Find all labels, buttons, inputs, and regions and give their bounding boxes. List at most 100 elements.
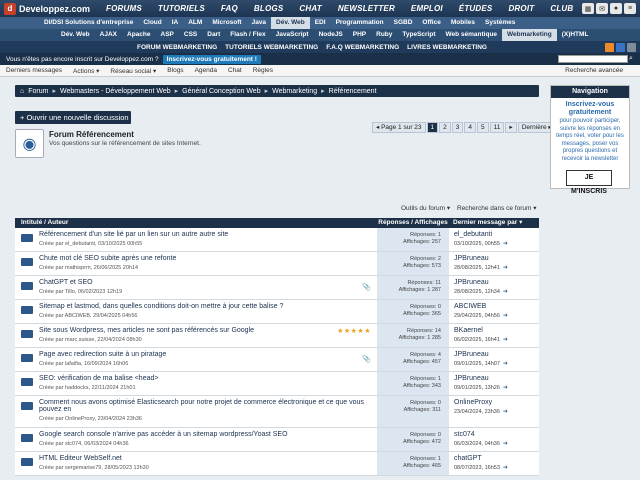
sub-dev-web[interactable]: Dév. Web	[56, 29, 95, 41]
link-forum-webmarketing[interactable]: FORUM WEBMARKETING	[133, 44, 221, 51]
thread-title[interactable]: Chute mot clé SEO subite après une refon…	[39, 255, 377, 262]
last-post-user[interactable]: OnlineProxy	[454, 399, 539, 406]
top-nav-faq[interactable]: FAQ	[213, 4, 246, 13]
sub-css[interactable]: CSS	[179, 29, 202, 41]
last-post-user[interactable]: BKaernel	[454, 327, 539, 334]
thread-title[interactable]: HTML Editeur WebSelf.net	[39, 455, 377, 462]
menu-derniers-messages[interactable]: Derniers messages	[6, 67, 73, 74]
breadcrumb-webmarketing[interactable]: Webmarketing	[272, 88, 317, 95]
forum-tools-menu[interactable]: Outils du forum ▾	[401, 204, 450, 212]
last-post-user[interactable]: el_debutanti	[454, 231, 539, 238]
goto-last-post-icon[interactable]: ➜	[503, 441, 508, 447]
menu-agenda[interactable]: Agenda	[195, 67, 228, 74]
breadcrumb-forum[interactable]: Forum	[28, 88, 48, 95]
section-dsi[interactable]: DI/DSI Solutions d'entreprise	[39, 17, 138, 29]
section-edi[interactable]: EDI	[310, 17, 331, 29]
sub-ajax[interactable]: AJAX	[95, 29, 122, 41]
search-icon[interactable]: ⌕	[629, 55, 638, 63]
last-post-user[interactable]: chatGPT	[454, 455, 539, 462]
sub-apache[interactable]: Apache	[122, 29, 155, 41]
sidebar-signup-headline[interactable]: Inscrivez-vous gratuitement	[551, 101, 629, 117]
new-discussion-button[interactable]: + Ouvrir une nouvelle discussion	[15, 111, 131, 124]
page-3[interactable]: 3	[451, 122, 464, 133]
section-office[interactable]: Office	[417, 17, 445, 29]
goto-last-post-icon[interactable]: ➜	[503, 409, 508, 415]
menu-chat[interactable]: Chat	[228, 67, 253, 74]
menu-icon[interactable]: ≡	[624, 3, 636, 14]
menu-recherche-avancee[interactable]: Recherche avancée	[565, 67, 634, 74]
last-post-user[interactable]: ABCIWEB	[454, 303, 539, 310]
page-5[interactable]: 5	[477, 122, 489, 133]
sub-flash-flex[interactable]: Flash / Flex	[225, 29, 270, 41]
page-11[interactable]: 11	[489, 122, 505, 133]
header-last-post[interactable]: Dernier message par ▾	[449, 218, 539, 228]
thread-title[interactable]: Sitemap et lastmod, dans quelles conditi…	[39, 303, 377, 310]
facebook-icon[interactable]	[616, 43, 625, 52]
site-logo[interactable]: d Developpez.com	[0, 0, 90, 17]
goto-last-post-icon[interactable]: ➜	[503, 385, 508, 391]
sub-javascript[interactable]: JavaScript	[271, 29, 314, 41]
thread-title[interactable]: ChatGPT et SEO	[39, 279, 377, 286]
menu-actions[interactable]: Actions ▾	[73, 67, 110, 75]
section-dev-web[interactable]: Dév. Web	[271, 17, 310, 29]
sub-web-semantique[interactable]: Web sémantique	[441, 29, 503, 41]
menu-blogs[interactable]: Blogs	[167, 67, 194, 74]
header-replies-views[interactable]: Réponses / Affichages	[377, 218, 449, 228]
breadcrumb-conception[interactable]: Général Conception Web	[182, 88, 260, 95]
top-nav-droit[interactable]: DROIT	[500, 4, 542, 13]
sub-asp[interactable]: ASP	[156, 29, 179, 41]
page-2[interactable]: 2	[439, 122, 451, 133]
section-systemes[interactable]: Systèmes	[480, 17, 520, 29]
goto-last-post-icon[interactable]: ➜	[503, 313, 508, 319]
section-java[interactable]: Java	[247, 17, 271, 29]
sub-typescript[interactable]: TypeScript	[397, 29, 440, 41]
section-microsoft[interactable]: Microsoft	[207, 17, 246, 29]
rss-icon[interactable]	[605, 43, 614, 52]
forum-search-menu[interactable]: Recherche dans ce forum ▾	[457, 204, 537, 212]
search-input[interactable]	[558, 55, 628, 63]
top-nav-etudes[interactable]: ÉTUDES	[451, 4, 501, 13]
section-cloud[interactable]: Cloud	[138, 17, 166, 29]
sub-xhtml[interactable]: (X)HTML	[557, 29, 594, 41]
last-post-user[interactable]: JPBruneau	[454, 255, 539, 262]
twitter-icon[interactable]	[627, 43, 636, 52]
sub-dart[interactable]: Dart	[202, 29, 225, 41]
goto-last-post-icon[interactable]: ➜	[503, 337, 508, 343]
section-ia[interactable]: IA	[167, 17, 184, 29]
thread-title[interactable]: Google search console n'arrive pas accéd…	[39, 431, 377, 438]
goto-last-post-icon[interactable]: ➜	[503, 289, 508, 295]
last-post-user[interactable]: JPBruneau	[454, 375, 539, 382]
thread-title[interactable]: Page avec redirection suite à un piratag…	[39, 351, 377, 358]
breadcrumb-home-icon[interactable]: ⌂	[20, 88, 24, 95]
last-post-user[interactable]: JPBruneau	[454, 279, 539, 286]
breadcrumb-webmasters[interactable]: Webmasters - Développement Web	[60, 88, 171, 95]
top-nav-tutoriels[interactable]: TUTORIELS	[150, 4, 213, 13]
link-faq-webmarketing[interactable]: F.A.Q WEBMARKETING	[322, 44, 403, 51]
link-tutoriels-webmarketing[interactable]: TUTORIELS WEBMARKETING	[221, 44, 322, 51]
goto-last-post-icon[interactable]: ➜	[503, 465, 508, 471]
user-icon[interactable]: ●	[610, 3, 622, 14]
goto-last-post-icon[interactable]: ➜	[503, 241, 508, 247]
grid-icon[interactable]: ▦	[582, 3, 594, 14]
sub-ruby[interactable]: Ruby	[371, 29, 397, 41]
signup-button[interactable]: JE M'INSCRIS	[566, 170, 612, 195]
thread-title[interactable]: SEO: vérification de ma balise <head>	[39, 375, 377, 382]
menu-regles[interactable]: Règles	[253, 67, 284, 74]
goto-last-post-icon[interactable]: ➜	[503, 265, 508, 271]
thread-title[interactable]: Référencement d'un site lié par un lien …	[39, 231, 377, 238]
link-livres-webmarketing[interactable]: LIVRES WEBMARKETING	[403, 44, 491, 51]
top-nav-chat[interactable]: CHAT	[291, 4, 329, 13]
last-post-user[interactable]: stc074	[454, 431, 539, 438]
register-button[interactable]: Inscrivez-vous gratuitement !	[162, 54, 261, 64]
sub-webmarketing[interactable]: Webmarketing	[502, 29, 557, 41]
sub-php[interactable]: PHP	[348, 29, 371, 41]
menu-reseau-social[interactable]: Réseau social ▾	[110, 67, 167, 75]
goto-last-post-icon[interactable]: ➜	[503, 361, 508, 367]
sub-nodejs[interactable]: NodeJS	[314, 29, 348, 41]
top-nav-club[interactable]: CLUB	[542, 4, 581, 13]
top-nav-forums[interactable]: FORUMS	[98, 4, 150, 13]
top-nav-emploi[interactable]: EMPLOI	[403, 4, 451, 13]
page-next[interactable]: ▸	[505, 122, 517, 133]
last-post-user[interactable]: JPBruneau	[454, 351, 539, 358]
section-programmation[interactable]: Programmation	[331, 17, 389, 29]
